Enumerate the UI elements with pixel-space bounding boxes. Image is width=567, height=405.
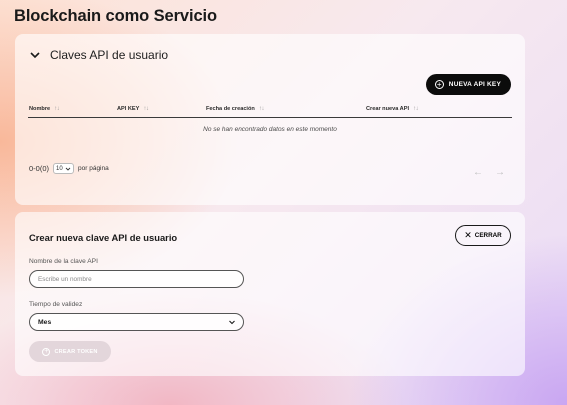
sort-icon: ↑↓: [54, 106, 60, 112]
api-keys-table: Nombre ↑↓ API KEY ↑↓ Fecha de creación ↑…: [28, 104, 512, 133]
close-icon: ✕: [464, 230, 472, 240]
api-key-name-input[interactable]: Escribe un nombre: [29, 270, 244, 288]
column-header-fecha[interactable]: Fecha de creación ↑↓: [206, 106, 264, 112]
form-title: Crear nueva clave API de usuario: [29, 232, 178, 243]
close-button[interactable]: ✕ CERRAR: [455, 225, 511, 246]
create-token-button[interactable]: + CREAR TOKEN: [29, 341, 111, 362]
name-placeholder: Escribe un nombre: [38, 275, 92, 283]
new-api-key-button[interactable]: + NUEVA API KEY: [425, 74, 511, 95]
name-field-label: Nombre de la clave API: [29, 258, 98, 265]
create-api-key-card: Crear nueva clave API de usuario ✕ CERRA…: [15, 212, 525, 376]
pagination: 0-0(0) 10 por página: [29, 163, 109, 174]
empty-state-message: No se han encontrado datos en este momen…: [203, 126, 337, 133]
table-header: Nombre ↑↓ API KEY ↑↓ Fecha de creación ↑…: [28, 104, 512, 118]
chevron-down-icon: [229, 320, 235, 325]
close-label: CERRAR: [474, 232, 502, 239]
sort-icon: ↑↓: [258, 106, 265, 112]
pagination-count: 0-0(0): [29, 164, 50, 173]
page-title: Blockchain como Servicio: [14, 7, 218, 25]
sort-icon: ↑↓: [143, 106, 149, 112]
api-keys-card: Claves API de usuario + NUEVA API KEY No…: [15, 34, 525, 205]
plus-circle-icon: +: [434, 80, 444, 89]
next-page-button[interactable]: →: [495, 167, 505, 178]
page-size-select[interactable]: 10: [53, 163, 75, 174]
api-keys-section-toggle[interactable]: Claves API de usuario: [29, 48, 168, 62]
plus-circle-icon: +: [42, 347, 51, 356]
chevron-down-icon: [30, 52, 40, 59]
section-title: Claves API de usuario: [50, 48, 169, 62]
pagination-arrows: ← →: [473, 167, 505, 178]
prev-page-button[interactable]: ←: [473, 167, 483, 178]
column-header-nombre[interactable]: Nombre ↑↓: [29, 106, 60, 112]
validity-value: Mes: [38, 318, 52, 326]
sort-icon: ↑↓: [413, 106, 419, 112]
validity-field-label: Tiempo de validez: [29, 301, 83, 308]
per-page-label: por página: [78, 165, 109, 172]
chevron-down-icon: [65, 167, 71, 171]
column-header-api-key[interactable]: API KEY ↑↓: [117, 106, 149, 112]
new-api-key-label: NUEVA API KEY: [448, 81, 501, 88]
column-header-crear[interactable]: Crear nueva API ↑↓: [366, 106, 419, 112]
create-token-label: CREAR TOKEN: [54, 348, 98, 355]
validity-select[interactable]: Mes: [29, 313, 244, 331]
